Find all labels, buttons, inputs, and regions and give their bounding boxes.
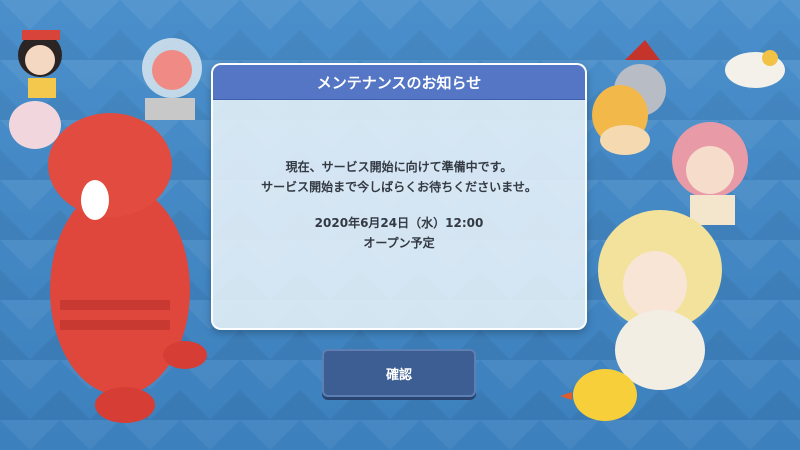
confirm-button[interactable]: 確認 bbox=[322, 349, 476, 397]
message-line-1: 現在、サービス開始に向けて準備中です。 bbox=[285, 160, 513, 174]
maintenance-notice-dialog: メンテナンスのお知らせ 現在、サービス開始に向けて準備中です。 サービス開始まで… bbox=[211, 63, 587, 330]
dialog-message: 現在、サービス開始に向けて準備中です。 サービス開始まで今しばらくお待ちください… bbox=[213, 157, 585, 253]
astronaut-girl-character bbox=[142, 38, 202, 120]
open-status: オープン予定 bbox=[363, 236, 435, 250]
pink-hair-girl-character bbox=[672, 122, 748, 225]
dialog-title: メンテナンスのお知らせ bbox=[213, 65, 585, 100]
open-datetime: 2020年6月24日（水）12:00 bbox=[314, 216, 484, 230]
red-dragon-character bbox=[9, 101, 207, 423]
yellow-chick-character bbox=[560, 369, 637, 421]
message-line-2: サービス開始まで今しばらくお待ちくださいませ。 bbox=[261, 180, 537, 194]
knight-character bbox=[592, 40, 666, 155]
girl-with-cap-character bbox=[18, 30, 62, 98]
flying-creature-character bbox=[725, 50, 785, 88]
